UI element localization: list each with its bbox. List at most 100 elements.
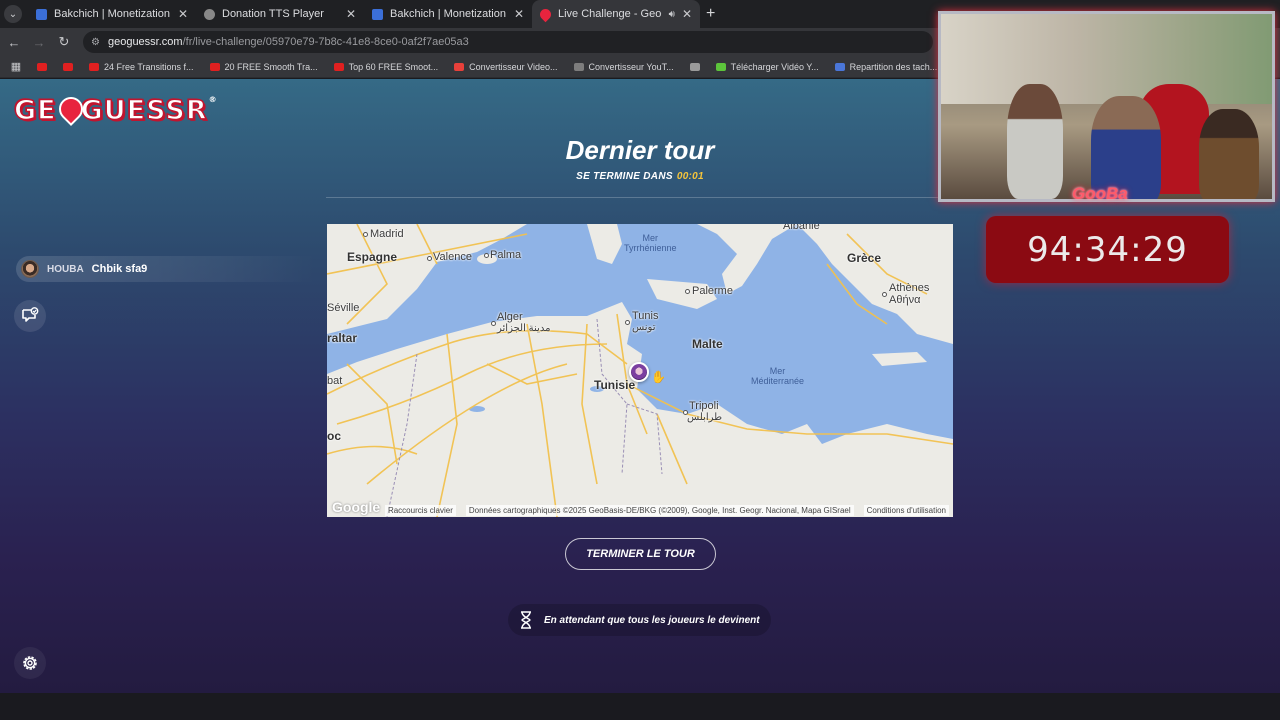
player-avatar	[21, 260, 39, 278]
geoguessr-logo[interactable]: GE GUESSR ®	[13, 94, 218, 127]
bookmark-favicon-icon	[63, 62, 73, 71]
bookmark-item[interactable]	[55, 62, 81, 71]
logo-text-ge: GE	[13, 94, 57, 127]
site-info-icon[interactable]: ⚙	[91, 37, 100, 48]
streamer-name-badge: GooBa	[1072, 184, 1128, 203]
map-label-palerme: Palerme	[692, 285, 733, 297]
bookmark-favicon-icon	[89, 62, 99, 71]
tab-4-active[interactable]: Live Challenge - GeoGuessr 🔊︎ ✕	[532, 0, 700, 28]
sea-label-line-1: Mer	[769, 366, 786, 376]
speaker-icon[interactable]: 🔊︎	[669, 9, 675, 20]
tab-close-icon[interactable]: ✕	[682, 7, 692, 21]
bookmark-label: 20 FREE Smooth Tra...	[224, 61, 318, 72]
bookmark-item[interactable]	[682, 62, 708, 71]
apps-grid-icon[interactable]: ▦	[3, 60, 29, 73]
bookmark-label: Convertisseur Video...	[469, 61, 558, 72]
bookmark-item[interactable]: Convertisseur YouT...	[566, 62, 682, 72]
bookmark-label: Télécharger Vidéo Y...	[730, 61, 819, 72]
tab-title: Bakchich | Monetization for afri	[390, 8, 507, 20]
bookmark-item[interactable]	[29, 62, 55, 71]
map-label-tripoli: Tripoli	[689, 400, 719, 412]
sea-label-line-1: Mer	[642, 233, 659, 243]
map-label-tunis: Tunis	[632, 310, 659, 322]
keyboard-shortcuts-link[interactable]: Raccourcis clavier	[384, 504, 456, 516]
sea-label-line-2: Tyrrhénienne	[624, 243, 677, 253]
bookmark-favicon-icon	[834, 62, 845, 71]
reload-icon[interactable]: ↻	[53, 34, 75, 50]
map-label-malte: Malte	[692, 337, 723, 351]
map-label-madrid: Madrid	[370, 228, 404, 240]
tab-close-icon[interactable]: ✕	[346, 7, 356, 21]
tab-favicon-icon	[372, 8, 383, 20]
settings-button[interactable]	[14, 647, 46, 679]
bookmark-favicon-icon	[715, 62, 726, 71]
map-label-tunisie: Tunisie	[594, 378, 636, 392]
map-label-tunis-ar: تونس	[632, 322, 656, 333]
hourglass-icon	[521, 611, 531, 629]
tab-1[interactable]: Bakchich | Monetization for afri ✕	[28, 0, 196, 28]
bookmark-favicon-icon	[454, 62, 465, 71]
round-countdown-label: SE TERMINE DANS	[576, 171, 673, 182]
tab-2[interactable]: Donation TTS Player ✕	[196, 0, 364, 28]
player-message: Chbik sfa9	[91, 263, 148, 275]
stream-timer-text: 94:34:29	[1027, 229, 1188, 270]
map-label-palma: Palma	[490, 249, 522, 261]
bookmark-item[interactable]: Convertisseur Video...	[446, 62, 565, 72]
bookmark-item[interactable]: 20 FREE Smooth Tra...	[202, 62, 326, 72]
tab-favicon-icon	[36, 8, 47, 20]
webcam-person	[1007, 84, 1063, 199]
forward-arrow-icon[interactable]: →	[28, 35, 50, 50]
map-city-dot	[491, 321, 496, 326]
back-arrow-icon[interactable]: ←	[3, 35, 25, 50]
map-city-dot	[625, 320, 630, 325]
map-label-mer-tyrrhenienne: Mer Tyrrhénienne	[624, 233, 677, 253]
title-divider	[326, 197, 954, 198]
bookmark-item[interactable]: 24 Free Transitions f...	[81, 62, 202, 72]
webcam-overlay	[938, 11, 1275, 202]
map-label-espagne: Espagne	[347, 250, 398, 264]
guess-map[interactable]: Madrid Espagne Valence Palma Séville ral…	[327, 224, 953, 517]
bookmark-label: Top 60 FREE Smoot...	[348, 61, 439, 72]
webcam-background	[941, 14, 1272, 104]
map-label-athenes-gr: Αθήνα	[889, 294, 921, 306]
map-label-valence: Valence	[433, 251, 472, 263]
terms-link[interactable]: Conditions d'utilisation	[863, 504, 949, 516]
map-label-maroc: oc	[327, 429, 342, 443]
round-countdown-time: 00:01	[676, 171, 704, 182]
tab-3[interactable]: Bakchich | Monetization for afri ✕	[364, 0, 532, 28]
bookmark-item[interactable]: Télécharger Vidéo Y...	[708, 62, 827, 72]
bookmark-favicon-icon	[689, 62, 700, 71]
url-host: geoguessr.com	[107, 36, 183, 48]
tab-title: Donation TTS Player	[222, 8, 324, 20]
tab-close-icon[interactable]: ✕	[178, 7, 188, 21]
map-label-grece: Grèce	[847, 251, 882, 265]
map-label-albanie: Albanie	[783, 224, 820, 232]
map-label-rabat: bat	[327, 375, 343, 387]
bookmark-item[interactable]: Top 60 FREE Smoot...	[326, 62, 447, 72]
tab-title: Bakchich | Monetization for afri	[54, 8, 171, 20]
bookmark-label: Repartition des tach...	[849, 61, 938, 72]
map-label-alger-ar: مدينة الجزائر	[497, 323, 551, 334]
logo-pin-icon	[58, 97, 80, 125]
map-city-dot	[363, 232, 368, 237]
tab-close-icon[interactable]: ✕	[514, 7, 524, 21]
map-data-credit: Données cartographiques ©2025 GeoBasis-D…	[465, 504, 854, 516]
new-tab-plus-icon[interactable]: +	[706, 5, 715, 23]
map-label-seville: Séville	[327, 302, 360, 314]
tab-search-icon[interactable]: ⌄	[4, 5, 22, 23]
geoguessr-favicon-icon	[537, 6, 554, 22]
end-round-button[interactable]: TERMINER LE TOUR	[565, 538, 716, 570]
bookmark-label: 24 Free Transitions f...	[104, 61, 194, 72]
waiting-text: En attendant que tous les joueurs le dev…	[544, 614, 760, 626]
chat-button[interactable]	[14, 300, 46, 332]
player-message-row: HOUBA Chbik sfa9	[16, 256, 316, 282]
waiting-status: En attendant que tous les joueurs le dev…	[508, 604, 771, 636]
guess-marker-avatar[interactable]	[629, 362, 649, 382]
bookmark-item[interactable]: Repartition des tach...	[827, 62, 946, 72]
bookmark-favicon-icon	[37, 62, 47, 71]
map-city-dot	[882, 292, 887, 297]
map-label-athenes: Athènes	[889, 282, 930, 294]
logo-text-guessr: GUESSR	[80, 94, 208, 127]
url-field[interactable]: ⚙ geoguessr.com/fr/live-challenge/05970e…	[83, 31, 933, 53]
sea-label-line-2: Méditerranée	[751, 376, 805, 386]
